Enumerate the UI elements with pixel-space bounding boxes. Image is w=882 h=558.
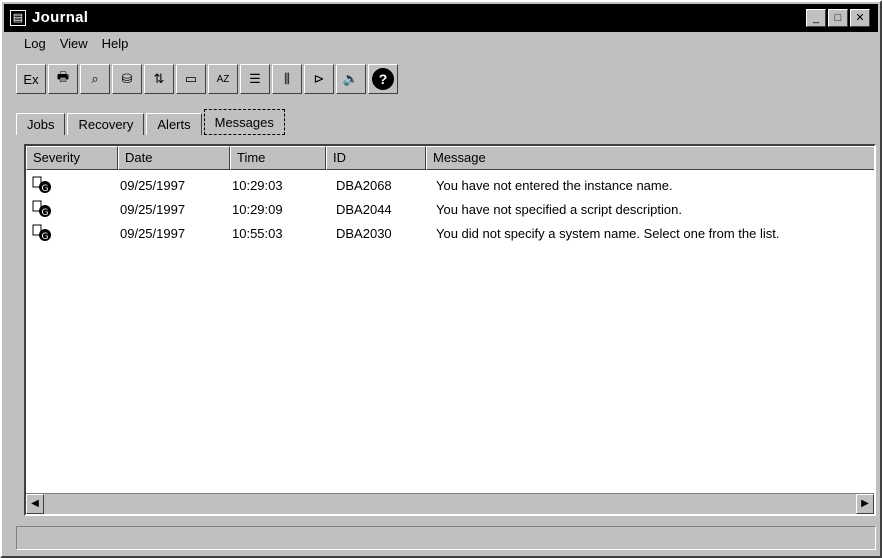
messages-list[interactable]: Severity Date Time ID Message G 09/25/19…: [24, 144, 876, 516]
toolbar: Ex 🖶 ⌕ ⛁ ⇅ ▭ AZ ☰ ⫼ ⊳ 🔈 ?: [16, 64, 398, 94]
journal-window: ▤ Journal _ □ ✕ Log View Help Ex 🖶 ⌕ ⛁ ⇅…: [0, 0, 882, 558]
app-icon: ▤: [10, 10, 26, 26]
id-cell: DBA2044: [336, 202, 392, 217]
table-row[interactable]: G 09/25/1997 10:29:09 DBA2044 You have n…: [26, 198, 874, 222]
database-icon: ⛁: [121, 71, 133, 86]
time-cell: 10:55:03: [232, 226, 283, 241]
id-cell: DBA2030: [336, 226, 392, 241]
scroll-right-button[interactable]: ▶: [856, 494, 874, 514]
svg-text:G: G: [42, 184, 49, 194]
time-cell: 10:29:03: [232, 178, 283, 193]
date-cell: 09/25/1997: [120, 226, 186, 241]
search-button[interactable]: ⌕: [80, 64, 110, 94]
database-button[interactable]: ⛁: [112, 64, 142, 94]
help-icon: ?: [372, 68, 394, 90]
menu-view[interactable]: View: [60, 36, 88, 51]
svg-text:G: G: [42, 232, 49, 242]
severity-icon: G: [32, 176, 51, 194]
tab-alerts[interactable]: Alerts: [146, 113, 202, 135]
arrow-swap-icon: ⇅: [153, 71, 165, 86]
message-cell: You have not entered the instance name.: [436, 178, 673, 193]
tab-jobs[interactable]: Jobs: [16, 113, 66, 135]
table-row[interactable]: G 09/25/1997 10:55:03 DBA2030 You did no…: [26, 222, 874, 246]
menu-help[interactable]: Help: [102, 36, 129, 51]
exit-button[interactable]: Ex: [16, 64, 46, 94]
list-header: Severity Date Time ID Message: [26, 146, 874, 170]
id-cell: DBA2068: [336, 178, 392, 193]
filter-icon: ⊳: [313, 71, 325, 86]
minimize-button[interactable]: _: [806, 9, 826, 27]
window-title: Journal: [32, 9, 89, 26]
scroll-left-button[interactable]: ◀: [26, 494, 44, 514]
window-button[interactable]: ▭: [176, 64, 206, 94]
column-header-id[interactable]: ID: [326, 146, 426, 170]
table-row[interactable]: G 09/25/1997 10:29:03 DBA2068 You have n…: [26, 174, 874, 198]
sort-list-button[interactable]: ☰: [240, 64, 270, 94]
message-cell: You did not specify a system name. Selec…: [436, 226, 780, 241]
menu-log[interactable]: Log: [24, 36, 46, 51]
title-bar[interactable]: ▤ Journal _ □ ✕: [4, 4, 878, 32]
svg-text:G: G: [42, 208, 49, 218]
status-bar: [16, 526, 876, 550]
menu-bar: Log View Help: [4, 32, 878, 54]
sort-ascending-icon: AZ: [216, 73, 230, 85]
speaker-icon: 🔈: [342, 71, 360, 86]
maximize-button[interactable]: □: [828, 9, 848, 27]
print-button[interactable]: 🖶: [48, 64, 78, 94]
column-header-date[interactable]: Date: [118, 146, 230, 170]
speaker-button[interactable]: 🔈: [336, 64, 366, 94]
close-button[interactable]: ✕: [850, 9, 870, 27]
horizontal-scrollbar[interactable]: ◀ ▶: [26, 493, 874, 514]
time-cell: 10:29:09: [232, 202, 283, 217]
tab-messages[interactable]: Messages: [203, 109, 285, 135]
columns-icon: ⫼: [284, 71, 290, 86]
search-icon: ⌕: [91, 71, 99, 86]
print-icon: 🖶: [56, 69, 70, 84]
date-cell: 09/25/1997: [120, 202, 186, 217]
window-controls: _ □ ✕: [806, 9, 870, 27]
column-header-severity[interactable]: Severity: [26, 146, 118, 170]
tab-strip: Jobs Recovery Alerts Messages: [16, 107, 287, 135]
column-header-time[interactable]: Time: [230, 146, 326, 170]
columns-button[interactable]: ⫼: [272, 64, 302, 94]
column-header-message[interactable]: Message: [426, 146, 874, 170]
severity-icon: G: [32, 200, 51, 218]
sort-list-icon: ☰: [249, 71, 261, 86]
window-icon: ▭: [184, 71, 198, 86]
message-cell: You have not specified a script descript…: [436, 202, 682, 217]
arrow-swap-button[interactable]: ⇅: [144, 64, 174, 94]
tab-recovery[interactable]: Recovery: [67, 113, 145, 135]
sort-ascending-button[interactable]: AZ: [208, 64, 238, 94]
severity-icon: G: [32, 224, 51, 242]
filter-button[interactable]: ⊳: [304, 64, 334, 94]
help-button[interactable]: ?: [368, 64, 398, 94]
exit-icon: Ex: [23, 71, 39, 87]
date-cell: 09/25/1997: [120, 178, 186, 193]
